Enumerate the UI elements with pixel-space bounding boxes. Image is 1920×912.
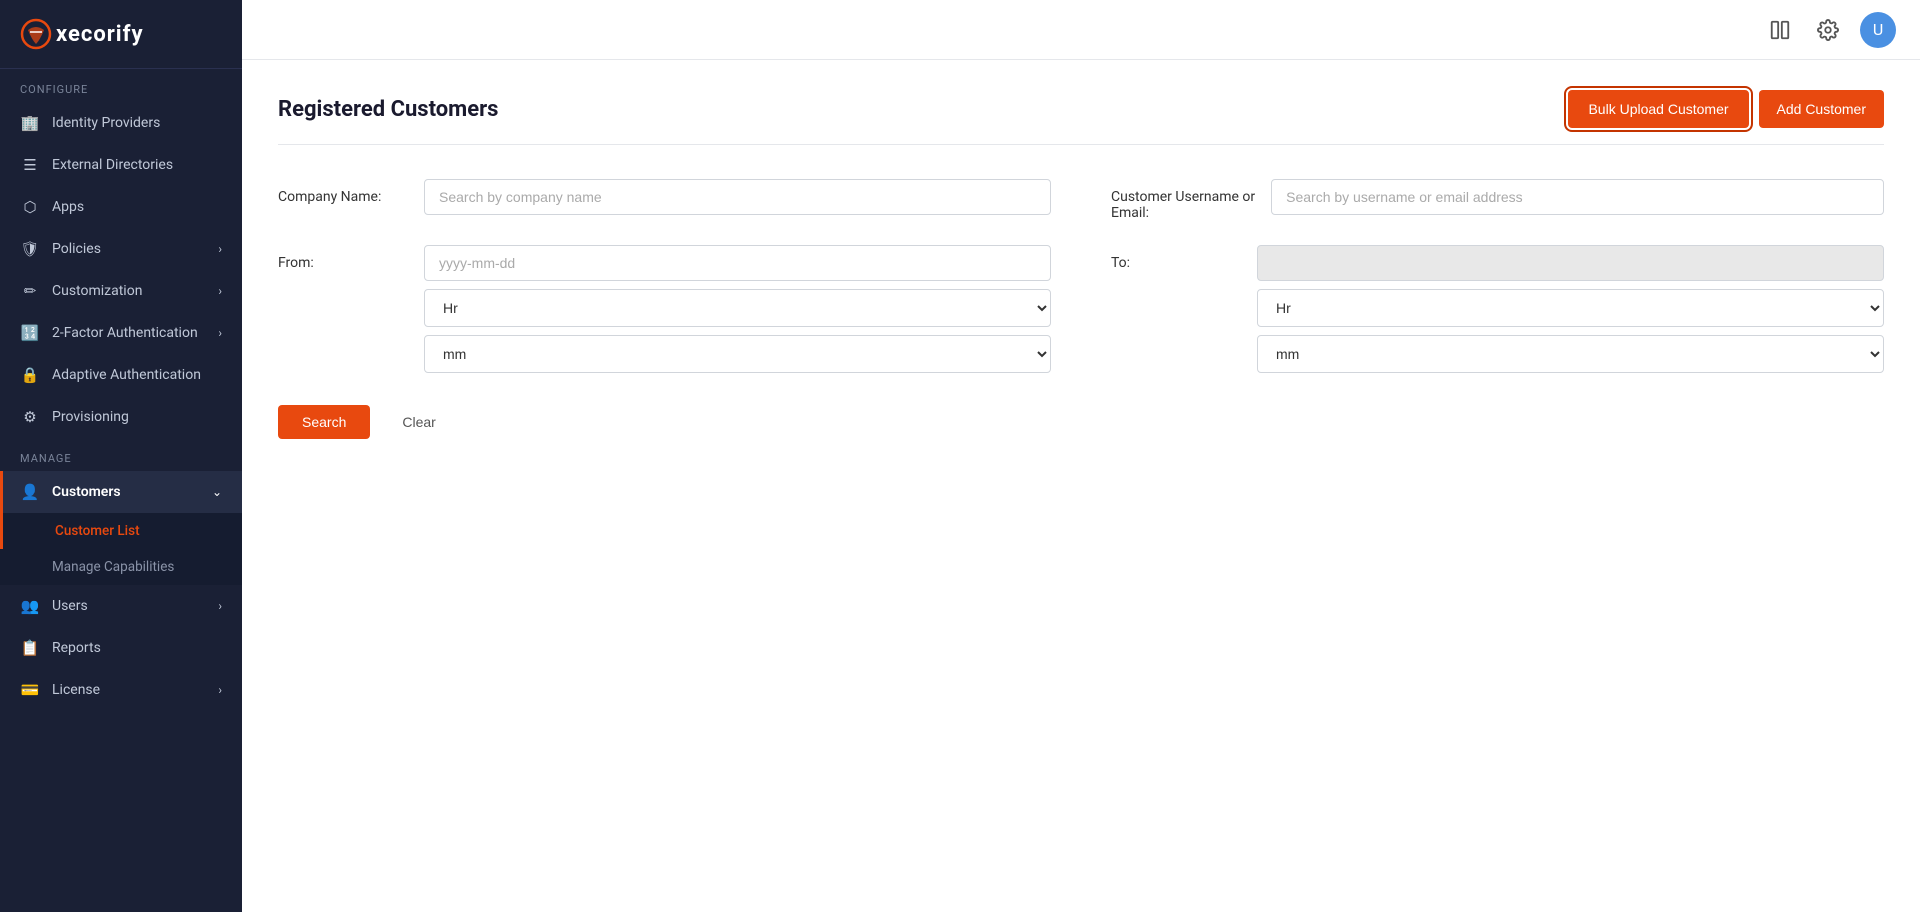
sidebar-item-license[interactable]: 💳 License › (0, 669, 242, 711)
username-input[interactable] (1271, 179, 1884, 215)
sidebar-item-provisioning[interactable]: ⚙ Provisioning (0, 396, 242, 438)
users-icon: 👥 (20, 596, 40, 616)
identity-providers-label: Identity Providers (52, 115, 160, 131)
main-area: U Registered Customers Bulk Upload Custo… (242, 0, 1920, 912)
license-icon: 💳 (20, 680, 40, 700)
from-date-input[interactable] (424, 245, 1051, 281)
header-actions: Bulk Upload Customer Add Customer (1568, 90, 1884, 128)
to-row: To: Hr 010203 040506 070809 101112 mm 00… (1111, 245, 1884, 373)
apps-icon: ⬡ (20, 197, 40, 217)
sidebar-item-users[interactable]: 👥 Users › (0, 585, 242, 627)
company-name-row: Company Name: (278, 179, 1051, 221)
customization-label: Customization (52, 283, 142, 299)
from-mm-select[interactable]: mm 00153045 (424, 335, 1051, 373)
sidebar-item-reports[interactable]: 📋 Reports (0, 627, 242, 669)
topbar: U (242, 0, 1920, 60)
page-header: Registered Customers Bulk Upload Custome… (278, 90, 1884, 145)
company-name-label: Company Name: (278, 179, 408, 205)
license-chevron-icon: › (218, 683, 222, 697)
sidebar-item-customization[interactable]: ✏ Customization › (0, 270, 242, 312)
search-form: Company Name: Customer Username or Email… (278, 169, 1884, 449)
form-actions: Search Clear (278, 405, 1884, 439)
customers-sub-menu: Customer List Manage Capabilities (0, 513, 242, 585)
username-label-line1: Customer Username or (1111, 179, 1255, 205)
from-label: From: (278, 245, 408, 271)
policies-label: Policies (52, 241, 101, 257)
logo-icon (20, 18, 52, 50)
sidebar-item-2fa[interactable]: 🔢 2-Factor Authentication › (0, 312, 242, 354)
customers-label: Customers (52, 484, 121, 500)
to-controls: Hr 010203 040506 070809 101112 mm 001530… (1257, 245, 1884, 373)
sidebar-item-external-directories[interactable]: ☰ External Directories (0, 144, 242, 186)
avatar[interactable]: U (1860, 12, 1896, 48)
add-customer-button[interactable]: Add Customer (1759, 90, 1884, 128)
gear-icon[interactable] (1812, 14, 1844, 46)
page-content: Registered Customers Bulk Upload Custome… (242, 60, 1920, 912)
page-title: Registered Customers (278, 97, 498, 122)
identity-providers-icon: 🏢 (20, 113, 40, 133)
bulk-upload-button[interactable]: Bulk Upload Customer (1568, 90, 1748, 128)
username-controls (1271, 179, 1884, 215)
to-mm-select[interactable]: mm 00153045 (1257, 335, 1884, 373)
2fa-icon: 🔢 (20, 323, 40, 343)
policies-chevron-icon: › (218, 242, 222, 256)
logo-area[interactable]: xecorify (0, 0, 242, 69)
customization-chevron-icon: › (218, 284, 222, 298)
reports-icon: 📋 (20, 638, 40, 658)
users-label: Users (52, 598, 88, 614)
adaptive-auth-label: Adaptive Authentication (52, 367, 201, 383)
search-button[interactable]: Search (278, 405, 370, 439)
manage-section-label: Manage (0, 438, 242, 471)
username-row: Customer Username or Email: (1111, 179, 1884, 221)
2fa-label: 2-Factor Authentication (52, 325, 198, 341)
customers-icon: 👤 (20, 482, 40, 502)
configure-section-label: Configure (0, 69, 242, 102)
topbar-actions: U (1764, 12, 1896, 48)
company-name-input[interactable] (424, 179, 1051, 215)
to-date-input[interactable] (1257, 245, 1884, 281)
license-label: License (52, 682, 100, 698)
from-hr-select[interactable]: Hr 010203 040506 070809 101112 (424, 289, 1051, 327)
clear-button[interactable]: Clear (386, 405, 451, 439)
book-icon[interactable] (1764, 14, 1796, 46)
sidebar: xecorify Configure 🏢 Identity Providers … (0, 0, 242, 912)
customers-chevron-icon: ⌄ (212, 485, 222, 499)
sidebar-item-adaptive-auth[interactable]: 🔒 Adaptive Authentication (0, 354, 242, 396)
external-directories-icon: ☰ (20, 155, 40, 175)
provisioning-icon: ⚙ (20, 407, 40, 427)
to-label: To: (1111, 245, 1241, 271)
brand-name: xecorify (56, 22, 144, 47)
sidebar-item-apps[interactable]: ⬡ Apps (0, 186, 242, 228)
customization-icon: ✏ (20, 281, 40, 301)
customer-list-label: Customer List (55, 523, 140, 539)
sidebar-item-policies[interactable]: 🛡 Policies › (0, 228, 242, 270)
to-hr-select[interactable]: Hr 010203 040506 070809 101112 (1257, 289, 1884, 327)
apps-label: Apps (52, 199, 84, 215)
2fa-chevron-icon: › (218, 326, 222, 340)
from-row: From: Hr 010203 040506 070809 101112 mm … (278, 245, 1051, 373)
manage-capabilities-label: Manage Capabilities (52, 559, 174, 575)
provisioning-label: Provisioning (52, 409, 129, 425)
username-label-line2: Email: (1111, 205, 1255, 221)
policies-icon: 🛡 (20, 239, 40, 259)
reports-label: Reports (52, 640, 101, 656)
external-directories-label: External Directories (52, 157, 173, 173)
sidebar-subitem-manage-capabilities[interactable]: Manage Capabilities (0, 549, 242, 585)
company-name-controls (424, 179, 1051, 215)
sidebar-subitem-customer-list[interactable]: Customer List (0, 513, 242, 549)
sidebar-item-customers[interactable]: 👤 Customers ⌄ (0, 471, 242, 513)
sidebar-item-identity-providers[interactable]: 🏢 Identity Providers (0, 102, 242, 144)
username-label-block: Customer Username or Email: (1111, 179, 1255, 221)
adaptive-auth-icon: 🔒 (20, 365, 40, 385)
users-chevron-icon: › (218, 599, 222, 613)
from-controls: Hr 010203 040506 070809 101112 mm 001530… (424, 245, 1051, 373)
